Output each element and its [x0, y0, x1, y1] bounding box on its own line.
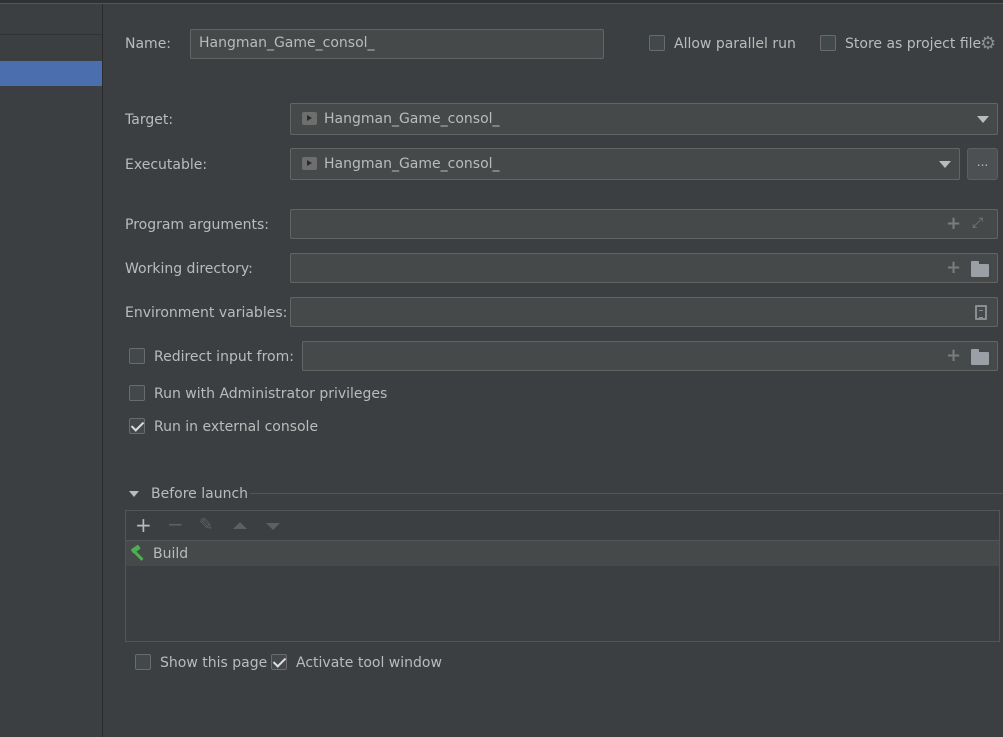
- sidebar-selected-configuration[interactable]: [0, 61, 102, 86]
- build-label: Build: [153, 546, 189, 562]
- move-up-icon[interactable]: [233, 522, 247, 529]
- before-launch-toolbar: + − ✎: [126, 511, 999, 541]
- document-icon[interactable]: [975, 305, 987, 320]
- plus-icon[interactable]: +: [946, 347, 961, 365]
- list-item[interactable]: Build: [126, 541, 999, 566]
- folder-icon[interactable]: [971, 261, 989, 277]
- target-select-value: Hangman_Game_consol_: [324, 111, 500, 127]
- environment-variables-label: Environment variables:: [125, 305, 288, 321]
- environment-variables-input[interactable]: [290, 297, 998, 327]
- show-this-page-label: Show this page: [160, 655, 268, 671]
- executable-label: Executable:: [125, 157, 208, 173]
- chevron-down-icon[interactable]: [977, 116, 989, 123]
- store-as-project-file-label: Store as project file: [845, 36, 982, 52]
- target-label: Target:: [125, 112, 174, 128]
- activate-tool-window-checkbox[interactable]: [271, 654, 287, 670]
- expand-icon[interactable]: ⤢: [972, 215, 983, 231]
- configurations-sidebar: [0, 4, 103, 737]
- gear-icon[interactable]: ⚙: [980, 35, 996, 53]
- edit-pencil-icon[interactable]: ✎: [199, 515, 213, 535]
- name-input[interactable]: Hangman_Game_consol_: [190, 29, 604, 59]
- folder-icon[interactable]: [971, 349, 989, 365]
- activate-tool-window-label: Activate tool window: [296, 655, 442, 671]
- redirect-input-path[interactable]: +: [302, 341, 998, 371]
- executable-select[interactable]: Hangman_Game_consol_: [290, 148, 960, 180]
- remove-icon[interactable]: −: [167, 514, 184, 534]
- store-as-project-file-checkbox[interactable]: [820, 35, 836, 51]
- show-this-page-checkbox[interactable]: [135, 654, 151, 670]
- run-external-console-checkbox[interactable]: [129, 418, 145, 434]
- collapse-triangle-icon[interactable]: [129, 491, 139, 497]
- hammer-icon: [130, 544, 144, 561]
- plus-icon[interactable]: +: [946, 215, 961, 233]
- browse-executable-button[interactable]: ...: [967, 148, 998, 180]
- program-arguments-label: Program arguments:: [125, 217, 269, 233]
- executable-icon: [302, 157, 317, 170]
- name-input-value: Hangman_Game_consol_: [199, 35, 375, 51]
- move-down-icon[interactable]: [266, 523, 280, 530]
- working-directory-input[interactable]: +: [290, 253, 998, 283]
- plus-icon[interactable]: +: [946, 259, 961, 277]
- run-admin-label: Run with Administrator privileges: [154, 386, 388, 402]
- run-external-console-label: Run in external console: [154, 419, 319, 435]
- working-directory-label: Working directory:: [125, 261, 253, 277]
- redirect-input-label: Redirect input from:: [154, 349, 294, 365]
- window-top-edge: [0, 0, 1003, 4]
- sidebar-separator: [0, 34, 102, 35]
- add-icon[interactable]: +: [135, 515, 152, 535]
- allow-parallel-run-label: Allow parallel run: [674, 36, 796, 52]
- allow-parallel-run-checkbox[interactable]: [649, 35, 665, 51]
- before-launch-title: Before launch: [151, 486, 249, 502]
- section-divider: [250, 493, 1003, 494]
- chevron-down-icon[interactable]: [939, 161, 951, 168]
- redirect-input-checkbox[interactable]: [129, 348, 145, 364]
- target-select[interactable]: Hangman_Game_consol_: [290, 103, 998, 135]
- executable-select-value: Hangman_Game_consol_: [324, 156, 500, 172]
- name-label: Name:: [125, 36, 172, 52]
- before-launch-panel: + − ✎ Build: [125, 510, 1000, 642]
- executable-icon: [302, 112, 317, 125]
- program-arguments-input[interactable]: + ⤢: [290, 209, 998, 239]
- run-admin-checkbox[interactable]: [129, 385, 145, 401]
